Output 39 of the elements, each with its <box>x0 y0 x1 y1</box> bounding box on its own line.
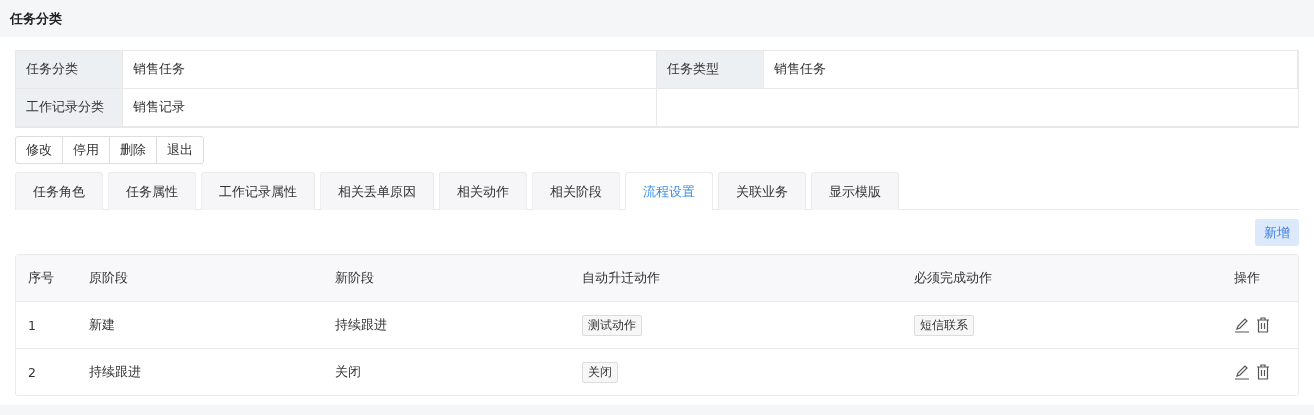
tab[interactable]: 任务属性 <box>108 172 196 210</box>
action-button[interactable]: 退出 <box>156 136 204 164</box>
tab[interactable]: 相关丢单原因 <box>320 172 434 210</box>
table-cell-text: 关闭 <box>335 363 362 381</box>
column-header: 新阶段 <box>335 269 375 287</box>
table-cell-text: 持续跟进 <box>89 363 142 381</box>
table-cell-text: 持续跟进 <box>335 316 388 334</box>
field-label: 任务类型 <box>657 51 764 89</box>
action-button[interactable]: 删除 <box>109 136 157 164</box>
page-title: 任务分类 <box>10 9 62 28</box>
tab[interactable]: 相关动作 <box>439 172 527 210</box>
delete-icon[interactable] <box>1256 364 1270 380</box>
action-tag: 测试动作 <box>582 314 642 336</box>
table-cell-text: 1 <box>28 317 37 333</box>
tab[interactable]: 相关阶段 <box>532 172 620 210</box>
action-tag: 短信联系 <box>914 314 974 336</box>
action-button[interactable]: 修改 <box>15 136 63 164</box>
column-header: 序号 <box>28 269 55 287</box>
field-label: 工作记录分类 <box>16 89 123 127</box>
table-cell-text: 新建 <box>89 316 116 334</box>
field-value: 销售任务 <box>764 51 1298 89</box>
column-header: 原阶段 <box>89 269 129 287</box>
field-value: 销售任务 <box>123 51 657 89</box>
column-header: 必须完成动作 <box>914 269 993 287</box>
column-header: 操作 <box>1234 269 1261 287</box>
field-label: 任务分类 <box>16 51 123 89</box>
edit-icon[interactable] <box>1234 317 1250 333</box>
tab[interactable]: 流程设置 <box>625 172 713 210</box>
field-value: 销售记录 <box>123 89 657 127</box>
tab[interactable]: 显示模版 <box>811 172 899 210</box>
action-tag: 关闭 <box>582 361 618 383</box>
action-button[interactable]: 停用 <box>62 136 110 164</box>
tab[interactable]: 关联业务 <box>718 172 806 210</box>
tab[interactable]: 任务角色 <box>15 172 103 210</box>
table-cell-text: 2 <box>28 364 37 380</box>
column-header: 自动升迁动作 <box>582 269 661 287</box>
delete-icon[interactable] <box>1256 317 1270 333</box>
edit-icon[interactable] <box>1234 364 1250 380</box>
tab[interactable]: 工作记录属性 <box>201 172 315 210</box>
